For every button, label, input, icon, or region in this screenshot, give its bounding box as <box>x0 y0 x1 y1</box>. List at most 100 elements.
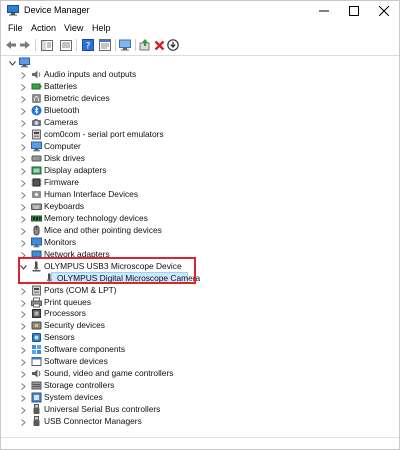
tree-category-item[interactable]: Display adapters <box>1 165 399 177</box>
tree-category-item[interactable]: USB Connector Managers <box>1 416 399 428</box>
expand-chevron[interactable] <box>18 226 28 236</box>
expand-chevron[interactable] <box>18 405 28 415</box>
processor-icon <box>32 309 41 318</box>
tree-category-item[interactable]: Disk drives <box>1 153 399 165</box>
computer-icon <box>31 141 42 152</box>
chevron-right-icon <box>20 143 26 151</box>
back-button[interactable] <box>4 38 18 52</box>
expand-chevron[interactable] <box>18 70 28 80</box>
uninstall-device-button[interactable] <box>152 38 166 52</box>
tree-item-label: Batteries <box>44 81 78 91</box>
properties-button[interactable] <box>98 38 112 52</box>
tree-category-item[interactable]: Software components <box>1 344 399 356</box>
tree-item-label: Processors <box>44 308 86 318</box>
expand-chevron[interactable] <box>18 286 28 296</box>
window-title: Device Manager <box>24 5 90 15</box>
help-button[interactable]: ? <box>81 38 95 52</box>
tree-category-item[interactable]: Memory technology devices <box>1 213 399 225</box>
tree-category-item[interactable]: System devices <box>1 392 399 404</box>
tree-category-item[interactable]: Ports (COM & LPT) <box>1 285 399 297</box>
expand-chevron[interactable] <box>18 321 28 331</box>
expand-chevron[interactable] <box>18 202 28 212</box>
expand-chevron[interactable] <box>18 130 28 140</box>
tree-category-item[interactable]: Mice and other pointing devices <box>1 225 399 237</box>
tree-category-item[interactable]: Cameras <box>1 117 399 129</box>
expand-chevron[interactable] <box>18 166 28 176</box>
toolbar: ? <box>1 36 399 54</box>
close-button[interactable] <box>369 1 399 21</box>
tree-item-label: Memory technology devices <box>44 213 148 223</box>
expand-chevron[interactable] <box>18 82 28 92</box>
chevron-right-icon <box>20 394 26 402</box>
expand-chevron[interactable] <box>18 142 28 152</box>
tree-category-item[interactable]: Human Interface Devices <box>1 189 399 201</box>
chevron-right-icon <box>20 227 26 235</box>
chevron-right-icon <box>20 191 26 199</box>
scan-hardware-button[interactable] <box>118 38 132 52</box>
expand-chevron[interactable] <box>18 298 28 308</box>
list-view-button[interactable] <box>59 38 73 52</box>
tree-item-label: Display adapters <box>44 165 107 175</box>
chevron-right-icon <box>20 107 26 115</box>
chevron-right-icon <box>20 71 26 79</box>
port-icon <box>32 285 41 296</box>
hid-icon <box>32 191 41 198</box>
expand-chevron[interactable] <box>18 393 28 403</box>
tree-category-item[interactable]: Sensors <box>1 332 399 344</box>
maximize-button[interactable] <box>339 1 369 21</box>
system-icon <box>31 392 42 403</box>
expand-chevron[interactable] <box>18 118 28 128</box>
port-icon <box>32 129 41 140</box>
expand-chevron[interactable] <box>18 238 28 248</box>
enable-device-button[interactable] <box>166 38 180 52</box>
tree-category-item[interactable]: Firmware <box>1 177 399 189</box>
bluetooth-icon <box>31 105 42 116</box>
expand-chevron[interactable] <box>18 94 28 104</box>
menu-view[interactable]: View <box>64 23 83 33</box>
tree-category-item[interactable]: Monitors <box>1 237 399 249</box>
back-arrow-icon <box>6 41 16 49</box>
tree-category-item[interactable]: Software devices <box>1 356 399 368</box>
expand-chevron[interactable] <box>18 154 28 164</box>
expand-chevron[interactable] <box>18 178 28 188</box>
forward-button[interactable] <box>18 38 32 52</box>
help-icon: ? <box>82 39 94 51</box>
computer-icon <box>19 57 30 68</box>
title-bar[interactable]: Device Manager <box>1 1 399 21</box>
tree-root[interactable] <box>1 57 399 69</box>
expand-chevron[interactable] <box>18 106 28 116</box>
tree-category-item[interactable]: Biometric devices <box>1 93 399 105</box>
tree-category-item[interactable]: Universal Serial Bus controllers <box>1 404 399 416</box>
tree-category-item[interactable]: Sound, video and game controllers <box>1 368 399 380</box>
chevron-right-icon <box>20 310 26 318</box>
expand-chevron[interactable] <box>18 309 28 319</box>
show-hide-console-tree-button[interactable] <box>40 38 54 52</box>
minimize-button[interactable] <box>309 1 339 21</box>
expand-chevron[interactable] <box>7 58 17 68</box>
expand-chevron[interactable] <box>18 417 28 427</box>
tree-category-item[interactable]: com0com - serial port emulators <box>1 129 399 141</box>
device-tree[interactable]: Audio inputs and outputs Batteries Biometr… <box>1 57 399 437</box>
expand-chevron[interactable] <box>18 345 28 355</box>
expand-chevron[interactable] <box>18 369 28 379</box>
expand-chevron[interactable] <box>18 333 28 343</box>
menu-file[interactable]: File <box>8 23 23 33</box>
tree-category-item[interactable]: Bluetooth <box>1 105 399 117</box>
tree-category-item[interactable]: Security devices <box>1 320 399 332</box>
tree-category-item[interactable]: Processors <box>1 308 399 320</box>
tree-category-item[interactable]: Keyboards <box>1 201 399 213</box>
update-driver-button[interactable] <box>138 38 152 52</box>
expand-chevron[interactable] <box>18 190 28 200</box>
chevron-right-icon <box>20 418 26 426</box>
expand-chevron[interactable] <box>18 381 28 391</box>
menu-action[interactable]: Action <box>31 23 56 33</box>
tree-category-item[interactable]: Storage controllers <box>1 380 399 392</box>
tree-category-item[interactable]: Computer <box>1 141 399 153</box>
menu-help[interactable]: Help <box>92 23 111 33</box>
expand-chevron[interactable] <box>18 214 28 224</box>
tree-category-item[interactable]: Batteries <box>1 81 399 93</box>
chevron-right-icon <box>20 334 26 342</box>
tree-category-item[interactable]: Audio inputs and outputs <box>1 69 399 81</box>
expand-chevron[interactable] <box>18 357 28 367</box>
toolbar-separator <box>135 39 136 51</box>
